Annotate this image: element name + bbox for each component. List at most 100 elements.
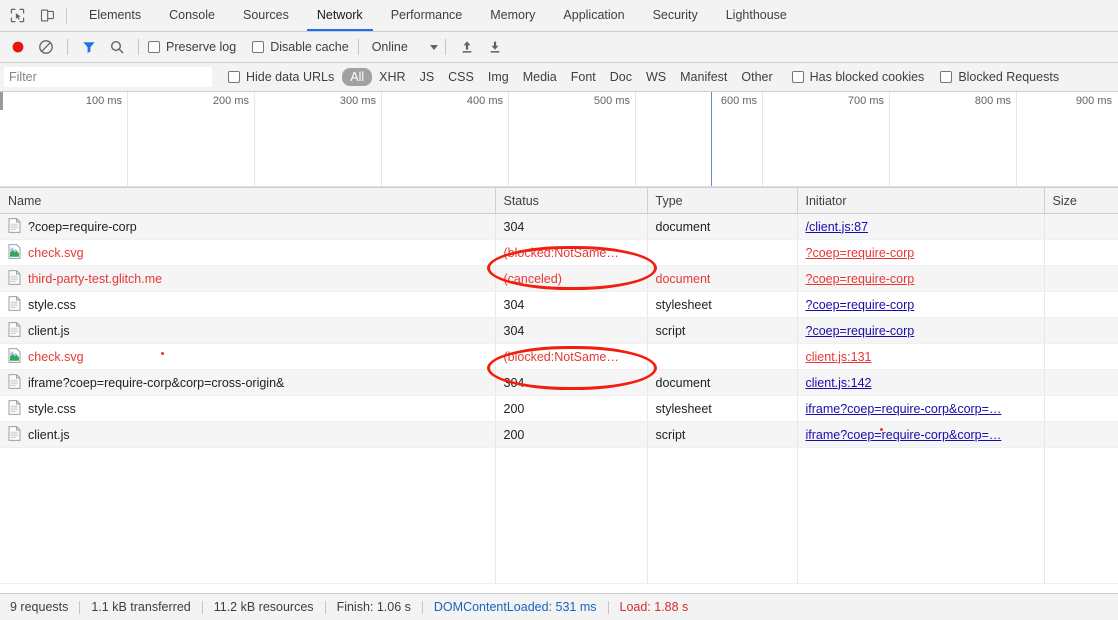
initiator-link[interactable]: client.js:131 bbox=[806, 350, 872, 364]
overview-baseline bbox=[0, 186, 1118, 187]
initiator-link[interactable]: iframe?coep=require-corp&corp=… bbox=[806, 402, 1002, 416]
overview-tick-label: 800 ms bbox=[975, 95, 1016, 107]
table-header-row: Name Status Type Initiator Size bbox=[0, 188, 1118, 214]
filter-type-css[interactable]: CSS bbox=[441, 68, 481, 86]
table-filler-cell bbox=[495, 448, 647, 584]
inspect-cursor-icon[interactable] bbox=[4, 3, 30, 29]
table-filler-row bbox=[0, 448, 1118, 584]
filter-type-label: JS bbox=[420, 70, 435, 84]
table-filler-cell bbox=[797, 448, 1044, 584]
initiator-link[interactable]: ?coep=require-corp bbox=[806, 324, 915, 338]
cell-name[interactable]: style.css bbox=[0, 396, 495, 422]
checkbox-box bbox=[252, 41, 264, 53]
column-header-type[interactable]: Type bbox=[647, 188, 797, 214]
cell-name[interactable]: style.css bbox=[0, 292, 495, 318]
filter-type-ws[interactable]: WS bbox=[639, 68, 673, 86]
table-row[interactable]: style.css304stylesheet?coep=require-corp bbox=[0, 292, 1118, 318]
summary-finish: Finish: 1.06 s bbox=[337, 600, 411, 614]
tab-memory[interactable]: Memory bbox=[476, 0, 549, 31]
filter-input[interactable] bbox=[4, 67, 212, 87]
column-header-initiator[interactable]: Initiator bbox=[797, 188, 1044, 214]
tab-console[interactable]: Console bbox=[155, 0, 229, 31]
tab-label: Memory bbox=[490, 8, 535, 22]
filter-type-js[interactable]: JS bbox=[413, 68, 442, 86]
table-row[interactable]: client.js200scriptiframe?coep=require-co… bbox=[0, 422, 1118, 448]
cell-name[interactable]: check.svg bbox=[0, 344, 495, 370]
filter-type-xhr[interactable]: XHR bbox=[372, 68, 412, 86]
column-header-status[interactable]: Status bbox=[495, 188, 647, 214]
checkbox-box bbox=[228, 71, 240, 83]
summary-divider bbox=[79, 601, 80, 614]
column-header-name[interactable]: Name bbox=[0, 188, 495, 214]
export-har-icon[interactable] bbox=[481, 35, 509, 59]
table-row[interactable]: ?coep=require-corp304document/client.js:… bbox=[0, 214, 1118, 240]
filter-funnel-icon[interactable] bbox=[75, 35, 103, 59]
request-name-label: style.css bbox=[28, 298, 76, 312]
summary-transferred: 1.1 kB transferred bbox=[91, 600, 190, 614]
cell-name[interactable]: check.svg bbox=[0, 240, 495, 266]
cell-name[interactable]: third-party-test.glitch.me bbox=[0, 266, 495, 292]
import-har-icon[interactable] bbox=[453, 35, 481, 59]
filter-type-media[interactable]: Media bbox=[516, 68, 564, 86]
table-filler-cell bbox=[647, 448, 797, 584]
cell-size bbox=[1044, 266, 1118, 292]
tab-performance[interactable]: Performance bbox=[377, 0, 477, 31]
table-row[interactable]: check.svg(blocked:NotSame…client.js:131 bbox=[0, 344, 1118, 370]
hide-data-urls-checkbox[interactable]: Hide data URLs bbox=[226, 70, 336, 84]
tab-lighthouse[interactable]: Lighthouse bbox=[712, 0, 801, 31]
clear-icon[interactable] bbox=[32, 35, 60, 59]
cell-status: 200 bbox=[495, 396, 647, 422]
cell-status: 304 bbox=[495, 292, 647, 318]
initiator-link[interactable]: iframe?coep=require-corp&corp=… bbox=[806, 428, 1002, 442]
tab-application[interactable]: Application bbox=[549, 0, 638, 31]
initiator-link[interactable]: client.js:142 bbox=[806, 376, 872, 390]
tab-sources[interactable]: Sources bbox=[229, 0, 303, 31]
network-summary-bar: 9 requests 1.1 kB transferred 11.2 kB re… bbox=[0, 593, 1118, 620]
table-row[interactable]: iframe?coep=require-corp&corp=cross-orig… bbox=[0, 370, 1118, 396]
column-header-size[interactable]: Size bbox=[1044, 188, 1118, 214]
checkbox-box bbox=[148, 41, 160, 53]
cell-initiator: ?coep=require-corp bbox=[797, 266, 1044, 292]
tab-security[interactable]: Security bbox=[639, 0, 712, 31]
cell-name[interactable]: client.js bbox=[0, 318, 495, 344]
cell-initiator: ?coep=require-corp bbox=[797, 318, 1044, 344]
filter-type-img[interactable]: Img bbox=[481, 68, 516, 86]
cell-type: document bbox=[647, 266, 797, 292]
cell-initiator: ?coep=require-corp bbox=[797, 240, 1044, 266]
initiator-link[interactable]: ?coep=require-corp bbox=[806, 298, 915, 312]
filter-type-font[interactable]: Font bbox=[564, 68, 603, 86]
cell-name[interactable]: client.js bbox=[0, 422, 495, 448]
initiator-link[interactable]: ?coep=require-corp bbox=[806, 272, 915, 286]
search-icon[interactable] bbox=[103, 35, 131, 59]
summary-divider bbox=[422, 601, 423, 614]
table-row[interactable]: check.svg(blocked:NotSame…?coep=require-… bbox=[0, 240, 1118, 266]
filter-type-doc[interactable]: Doc bbox=[603, 68, 639, 86]
cell-type: stylesheet bbox=[647, 396, 797, 422]
initiator-link[interactable]: ?coep=require-corp bbox=[806, 246, 915, 260]
cell-initiator: client.js:131 bbox=[797, 344, 1044, 370]
image-file-icon bbox=[8, 244, 21, 262]
table-row[interactable]: style.css200stylesheet iframe?coep=requir… bbox=[0, 396, 1118, 422]
cell-name[interactable]: iframe?coep=require-corp&corp=cross-orig… bbox=[0, 370, 495, 396]
filter-type-other[interactable]: Other bbox=[734, 68, 779, 86]
overview-left-handle[interactable] bbox=[0, 92, 3, 110]
preserve-log-checkbox[interactable]: Preserve log bbox=[146, 40, 238, 54]
filter-type-all[interactable]: All bbox=[342, 68, 372, 86]
blocked-requests-checkbox[interactable]: Blocked Requests bbox=[938, 70, 1061, 84]
record-button-icon[interactable] bbox=[4, 35, 32, 59]
table-row[interactable]: third-party-test.glitch.me(canceled)docu… bbox=[0, 266, 1118, 292]
throttling-dropdown[interactable]: Online bbox=[366, 40, 438, 54]
table-row[interactable]: client.js304script?coep=require-corp bbox=[0, 318, 1118, 344]
tab-network[interactable]: Network bbox=[303, 0, 377, 31]
request-name-label: iframe?coep=require-corp&corp=cross-orig… bbox=[28, 376, 284, 390]
network-overview-timeline[interactable]: 100 ms200 ms300 ms400 ms500 ms600 ms700 … bbox=[0, 92, 1118, 188]
has-blocked-cookies-checkbox[interactable]: Has blocked cookies bbox=[790, 70, 927, 84]
tab-elements[interactable]: Elements bbox=[75, 0, 155, 31]
overview-tick-label: 400 ms bbox=[467, 95, 508, 107]
disable-cache-checkbox[interactable]: Disable cache bbox=[250, 40, 351, 54]
device-toolbar-icon[interactable] bbox=[34, 3, 60, 29]
filter-type-manifest[interactable]: Manifest bbox=[673, 68, 734, 86]
initiator-link[interactable]: /client.js:87 bbox=[806, 220, 869, 234]
has-blocked-cookies-label: Has blocked cookies bbox=[810, 70, 925, 84]
cell-name[interactable]: ?coep=require-corp bbox=[0, 214, 495, 240]
